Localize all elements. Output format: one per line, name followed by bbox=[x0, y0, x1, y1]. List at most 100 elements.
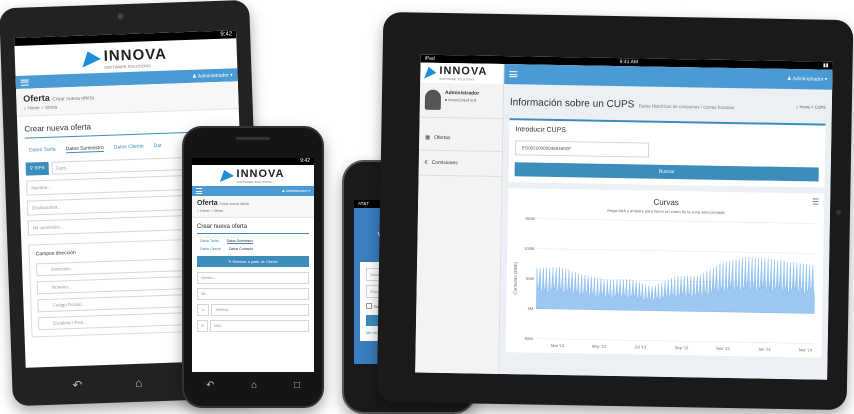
sidebar-item-label: Comisiones bbox=[431, 159, 458, 167]
nif-input[interactable]: Nif... bbox=[197, 288, 309, 300]
status-carrier: AT&T bbox=[358, 201, 370, 206]
brand-logo: INNOVA SOFTWARE SOLUTIONS bbox=[192, 165, 314, 186]
tab-datos-contacto[interactable]: Dat bbox=[154, 143, 162, 150]
online-status-icon: ■ bbox=[444, 98, 448, 103]
telefono-input[interactable]: Teléfono bbox=[211, 304, 309, 316]
hamburger-icon[interactable] bbox=[20, 77, 29, 86]
grid-line bbox=[537, 218, 816, 224]
sidebar-user-panel: Administrador ■ Innova Estudi Soft bbox=[419, 82, 504, 120]
chart-menu-icon[interactable]: ☰ bbox=[812, 197, 819, 206]
page-title: Información sobre un CUPS bbox=[509, 97, 635, 111]
y-tick-label: -50M bbox=[524, 336, 533, 341]
fill-from-client-button[interactable]: ✎ Rellenar a partir de Cliente bbox=[197, 256, 309, 267]
user-icon: ♟ bbox=[281, 189, 285, 193]
mail-input[interactable]: Mail... bbox=[209, 320, 309, 332]
x-tick-label: Jul '13 bbox=[635, 344, 647, 349]
page-title: Oferta bbox=[23, 92, 50, 104]
ipad-screen: iPad 9:41 AM ▮▮ INNOVA SOFTWARE SOLUTION… bbox=[415, 54, 833, 380]
ipad-camera bbox=[835, 209, 842, 215]
direccion-input[interactable]: Dirección... bbox=[36, 257, 198, 277]
cups-panel: Introducir CUPS ES0022000004694892P Busc… bbox=[508, 118, 826, 188]
home-icon: ⌂ bbox=[23, 105, 27, 111]
x-tick-label: Mar '14 bbox=[799, 347, 813, 352]
y-tick-label: 0M bbox=[528, 306, 534, 311]
page-subtitle: Crear nueva oferta bbox=[52, 95, 95, 103]
home-icon: ⌂ bbox=[197, 209, 200, 213]
sidebar-user-name: Administrador bbox=[444, 90, 480, 97]
home-button-icon[interactable]: ⌂ bbox=[251, 380, 257, 391]
sidebar-item-ofertas[interactable]: ▦ Ofertas bbox=[419, 125, 503, 153]
tab-datos-tarifa[interactable]: Datos Tarifa bbox=[29, 147, 56, 155]
remember-checkbox[interactable] bbox=[366, 303, 372, 309]
speaker-grille bbox=[236, 137, 270, 140]
recent-apps-icon[interactable]: □ bbox=[294, 380, 300, 391]
battery-icon: ▮▮ bbox=[822, 62, 829, 69]
euro-icon: € bbox=[424, 159, 428, 166]
x-tick-label: May '13 bbox=[592, 344, 607, 349]
user-icon: ♟ bbox=[192, 73, 197, 80]
chart-title: Curvas bbox=[653, 198, 678, 207]
user-menu[interactable]: ♟ Administrador ▾ bbox=[787, 76, 827, 83]
mail-icon: ✉ bbox=[197, 320, 208, 332]
sidebar-item-comisiones[interactable]: € Comisiones bbox=[418, 150, 503, 178]
tab-datos-suministro[interactable]: Datos Suministro bbox=[226, 239, 254, 244]
cups-input[interactable]: ES0022000004694892P bbox=[514, 140, 650, 158]
back-icon[interactable]: ↶ bbox=[206, 380, 214, 391]
android-phone-screen: 9:42 INNOVA SOFTWARE SOLUTIONS ♟ Adminis… bbox=[192, 158, 314, 372]
x-tick-label: Nov '13 bbox=[716, 346, 730, 351]
breadcrumb-home[interactable]: Home bbox=[799, 104, 810, 109]
breadcrumb-home[interactable]: Home bbox=[200, 209, 209, 213]
panel-title: Introducir CUPS bbox=[515, 126, 567, 135]
consumption-chart[interactable]: Curvas Haga click y arrastre para hacer … bbox=[510, 192, 821, 353]
status-ipad-label: iPad bbox=[424, 55, 435, 62]
hamburger-icon[interactable] bbox=[196, 187, 202, 196]
sidebar-company: Innova Estudi Soft bbox=[447, 98, 477, 103]
tab-datos-contacto[interactable]: Datos Contacto bbox=[229, 247, 253, 251]
tablet-camera bbox=[117, 13, 124, 20]
y-tick-label: 50M bbox=[526, 276, 534, 281]
tab-datos-cliente[interactable]: Datos Cliente bbox=[200, 247, 221, 251]
user-menu[interactable]: ♟ Administrador ▾ bbox=[192, 72, 233, 79]
breadcrumb-current: Oferta bbox=[44, 104, 58, 110]
search-button[interactable]: Buscar bbox=[514, 162, 819, 182]
page-subtitle: Datos Históricos de consumos / curvas ho… bbox=[638, 103, 735, 111]
nombre-input[interactable]: Nombre... bbox=[197, 272, 309, 284]
main-content: ♟ Administrador ▾ Información sobre un C… bbox=[499, 64, 833, 380]
home-icon: ⌂ bbox=[795, 103, 799, 109]
user-menu[interactable]: ♟ Administrador ▾ bbox=[282, 189, 310, 193]
hamburger-icon[interactable] bbox=[509, 70, 518, 79]
tabs: Datos Tarifa Datos Suministro Datos Clie… bbox=[200, 239, 306, 251]
chart-subtitle: Haga click y arrastre para hacer un zoom… bbox=[607, 208, 725, 215]
top-navbar: ♟ Administrador ▾ bbox=[192, 186, 314, 196]
phone-nav-bar: ↶ ⌂ □ bbox=[206, 380, 300, 391]
status-time: 9:42 bbox=[220, 31, 233, 38]
y-tick-label: 150M bbox=[525, 216, 535, 221]
brand-logo: INNOVA SOFTWARE SOLUTIONS bbox=[420, 62, 504, 85]
search-icon: ⚲ bbox=[29, 165, 34, 171]
breadcrumb-current: Oferta bbox=[213, 209, 224, 213]
grid-icon: ▦ bbox=[425, 134, 431, 141]
grid-line bbox=[537, 248, 816, 254]
x-tick-label: Mar '13 bbox=[551, 343, 565, 348]
breadcrumb-current: CUPS bbox=[814, 103, 826, 110]
android-phone-device: 9:42 INNOVA SOFTWARE SOLUTIONS ♟ Adminis… bbox=[182, 126, 324, 408]
tab-datos-tarifa[interactable]: Datos Tarifa bbox=[200, 239, 219, 244]
avatar bbox=[424, 89, 442, 110]
sidebar-item-label: Ofertas bbox=[433, 134, 451, 142]
back-icon[interactable]: ↶ bbox=[72, 378, 83, 392]
grid-line bbox=[535, 338, 814, 344]
section-title: Crear nueva oferta bbox=[197, 224, 309, 234]
sips-search-button[interactable]: ⚲ SIPS bbox=[25, 161, 49, 176]
breadcrumb-home[interactable]: Home bbox=[28, 105, 40, 110]
tab-datos-suministro[interactable]: Datos Suministro bbox=[65, 144, 104, 154]
tab-datos-cliente[interactable]: Datos Cliente bbox=[114, 144, 144, 152]
x-tick-label: Sep '13 bbox=[675, 345, 689, 350]
status-time: 9:42 bbox=[300, 158, 310, 164]
y-axis-label: Consumo (kWh) bbox=[513, 261, 519, 294]
breadcrumb: ⌂ Home > CUPS bbox=[795, 103, 826, 110]
home-button-icon[interactable]: ⌂ bbox=[135, 376, 143, 390]
phone-icon: ☏ bbox=[197, 304, 210, 316]
ipad-device: iPad 9:41 AM ▮▮ INNOVA SOFTWARE SOLUTION… bbox=[376, 11, 854, 411]
x-tick-label: Jan '14 bbox=[758, 347, 772, 352]
y-tick-label: 100M bbox=[524, 246, 534, 251]
